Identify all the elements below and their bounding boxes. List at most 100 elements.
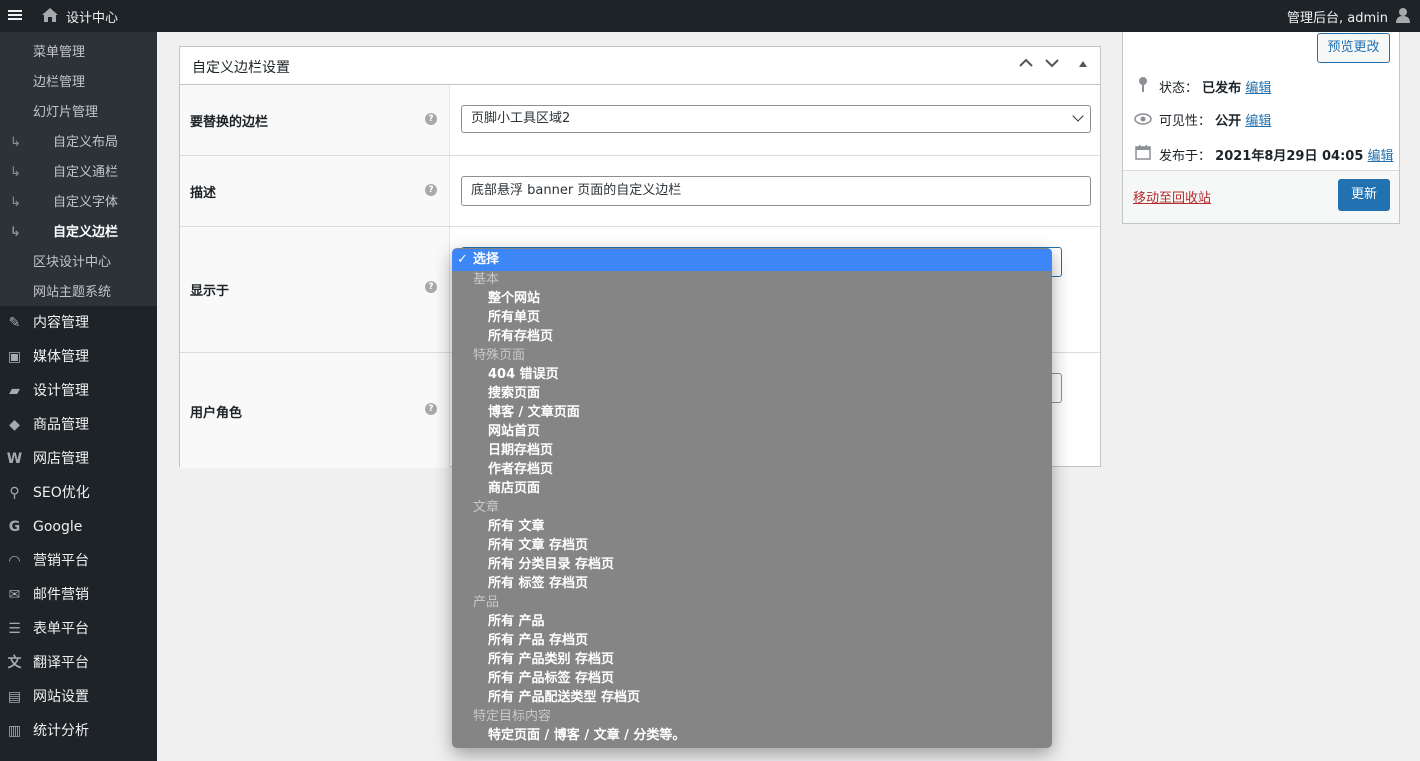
dropdown-option[interactable]: 所有 文章 存档页: [452, 536, 1052, 555]
dropdown-option[interactable]: 网站首页: [452, 422, 1052, 441]
label-column: [180, 156, 450, 226]
published-label: 发布于：: [1159, 149, 1212, 164]
sidebar-menu-item[interactable]: ◠ 营销平台: [0, 544, 157, 578]
preview-changes-button[interactable]: 预览更改: [1317, 33, 1390, 63]
description-input[interactable]: 底部悬浮 banner 页面的自定义边栏: [461, 176, 1091, 206]
status-line: 状态： 已发布 编辑: [1133, 76, 1271, 96]
replace-sidebar-label: 要替换的边栏: [190, 115, 269, 130]
submenu-item-label: 区块设计中心: [33, 255, 112, 270]
sidebar-menu-item[interactable]: 文翻译平台: [0, 646, 157, 680]
dropdown-option[interactable]: 博客 / 文章页面: [452, 403, 1052, 422]
dropdown-option[interactable]: 所有 文章: [452, 517, 1052, 536]
dropdown-option[interactable]: 特定页面 / 博客 / 文章 / 分类等。: [452, 726, 1052, 745]
sidebar-menu-item[interactable]: ▰ 设计管理: [0, 374, 157, 408]
dropdown-group-label: 产品: [473, 595, 500, 610]
sidebar-menu-item[interactable]: ☰ 表单平台: [0, 612, 157, 646]
move-up-icon[interactable]: [1018, 57, 1034, 73]
sidebar-menu-item[interactable]: W 网店管理: [0, 442, 157, 476]
metabox-title: 自定义边栏设置: [192, 60, 290, 76]
help-icon[interactable]: ?: [425, 113, 437, 125]
submenu-item[interactable]: ↳ 自定义布局: [0, 128, 157, 158]
edit-date-link[interactable]: 编辑: [1368, 149, 1394, 164]
visibility-label: 可见性：: [1159, 114, 1212, 129]
google-icon: G: [8, 519, 21, 535]
dropdown-option[interactable]: 作者存档页: [452, 460, 1052, 479]
dropdown-option[interactable]: 所有 产品 存档页: [452, 631, 1052, 650]
form-icon: ☰: [8, 621, 21, 637]
help-icon[interactable]: ?: [425, 281, 437, 293]
help-icon[interactable]: ?: [425, 403, 437, 415]
submenu-item[interactable]: 菜单管理: [0, 38, 157, 68]
sidebar-menu-label: 表单平台: [33, 621, 89, 637]
sidebar-menu-item[interactable]: ◆ 商品管理: [0, 408, 157, 442]
dropdown-option[interactable]: 整个网站: [452, 289, 1052, 308]
collapse-toggle-icon[interactable]: [1075, 57, 1091, 73]
submenu-item-label: 边栏管理: [33, 75, 86, 90]
dropdown-selected-option[interactable]: ✓ 选择: [452, 249, 1052, 271]
sidebar-menu-label: 营销平台: [33, 553, 89, 569]
move-down-icon[interactable]: [1044, 57, 1060, 73]
sidebar-menu-label: 邮件营销: [33, 587, 89, 603]
dropdown-option[interactable]: 404 错误页: [452, 365, 1052, 384]
submenu-item[interactable]: 区块设计中心: [0, 248, 157, 278]
sidebar-menu-label: 网店管理: [33, 451, 89, 467]
sidebar-menu-label: 翻译平台: [33, 655, 89, 671]
dropdown-option[interactable]: 所有 产品: [452, 612, 1052, 631]
dropdown-option[interactable]: 所有 标签 存档页: [452, 574, 1052, 593]
description-value: 底部悬浮 banner 页面的自定义边栏: [471, 183, 682, 198]
dropdown-option[interactable]: 商店页面: [452, 479, 1052, 498]
dropdown-option[interactable]: 所有 产品类别 存档页: [452, 650, 1052, 669]
edit-status-link[interactable]: 编辑: [1245, 81, 1271, 96]
home-icon[interactable]: [41, 6, 59, 24]
submenu-item[interactable]: 网站主题系统: [0, 278, 157, 308]
calendar-icon: [1133, 144, 1153, 164]
user-role-label: 用户角色: [190, 406, 243, 421]
site-name-link[interactable]: 设计中心: [66, 7, 118, 26]
display-on-label: 显示于: [190, 284, 230, 299]
help-icon[interactable]: ?: [425, 184, 437, 196]
display-on-dropdown-list[interactable]: ✓ 选择 基本 整个网站 所有单页 所有存档页 特殊页面 404 错误页 搜索页面 博客 / 文章…: [452, 248, 1052, 748]
submenu-item[interactable]: ↳ 自定义通栏: [0, 158, 157, 188]
user-avatar-icon[interactable]: [1394, 6, 1412, 24]
menu-toggle-icon[interactable]: [8, 8, 22, 24]
status-label: 状态：: [1159, 81, 1199, 96]
admin-sidebar: 菜单管理 边栏管理 幻灯片管理 ↳ 自定义布局 ↳ 自定义通栏 ↳ 自定义字体 ↳ 自定义边栏 区块设…: [0, 32, 157, 761]
visibility-value: 公开: [1215, 114, 1242, 129]
submenu-item[interactable]: ↳ 自定义边栏: [0, 218, 157, 248]
replace-sidebar-select[interactable]: 页脚小工具区域2: [461, 105, 1091, 133]
sidebar-menu-label: SEO优化: [33, 485, 90, 501]
published-value: 2021年8月29日 04:05: [1215, 149, 1364, 164]
dropdown-option[interactable]: 所有 产品配送类型 存档页: [452, 688, 1052, 707]
sidebar-menu-item[interactable]: G Google: [0, 510, 157, 544]
design-submenu: 菜单管理 边栏管理 幻灯片管理 ↳ 自定义布局 ↳ 自定义通栏 ↳ 自定义字体 ↳ 自定义边栏 区块设…: [0, 32, 157, 306]
dropdown-group-label: 特殊页面: [473, 348, 526, 363]
submenu-item[interactable]: ↳ 自定义字体: [0, 188, 157, 218]
sidebar-menu-item[interactable]: ▣ 媒体管理: [0, 340, 157, 374]
sidebar-menu-item[interactable]: ▥ 统计分析: [0, 714, 157, 748]
submenu-item[interactable]: 边栏管理: [0, 68, 157, 98]
mail-icon: ✉: [8, 587, 21, 603]
sidebar-menu-item[interactable]: ⚲ SEO优化: [0, 476, 157, 510]
sidebar-menu-label: 设计管理: [33, 383, 89, 399]
update-button[interactable]: 更新: [1338, 179, 1390, 211]
visibility-line: 可见性： 公开 编辑: [1133, 110, 1271, 129]
child-arrow-icon: ↳: [10, 195, 21, 210]
dropdown-option[interactable]: 日期存档页: [452, 441, 1052, 460]
sidebar-menu-item[interactable]: ✉ 邮件营销: [0, 578, 157, 612]
submenu-item[interactable]: 幻灯片管理: [0, 98, 157, 128]
sidebar-menu-label: Google: [33, 519, 83, 535]
dropdown-option[interactable]: 所有单页: [452, 308, 1052, 327]
dropdown-option[interactable]: 所有存档页: [452, 327, 1052, 346]
replace-sidebar-row: 要替换的边栏 ? 页脚小工具区域2: [180, 85, 1100, 156]
account-link[interactable]: 管理后台, admin: [1287, 7, 1388, 26]
sidebar-menu-item[interactable]: ▤ 网站设置: [0, 680, 157, 714]
dropdown-option[interactable]: 搜索页面: [452, 384, 1052, 403]
sidebar-menu-item[interactable]: ✎ 内容管理: [0, 306, 157, 340]
submenu-item-label: 自定义边栏: [53, 225, 119, 240]
dropdown-option[interactable]: 所有 分类目录 存档页: [452, 555, 1052, 574]
rss-icon: ◠: [9, 553, 20, 569]
edit-visibility-link[interactable]: 编辑: [1245, 114, 1271, 129]
published-on-line: 发布于： 2021年8月29日 04:05 编辑: [1133, 144, 1394, 164]
move-to-trash-link[interactable]: 移动至回收站: [1133, 187, 1211, 206]
dropdown-option[interactable]: 所有 产品标签 存档页: [452, 669, 1052, 688]
